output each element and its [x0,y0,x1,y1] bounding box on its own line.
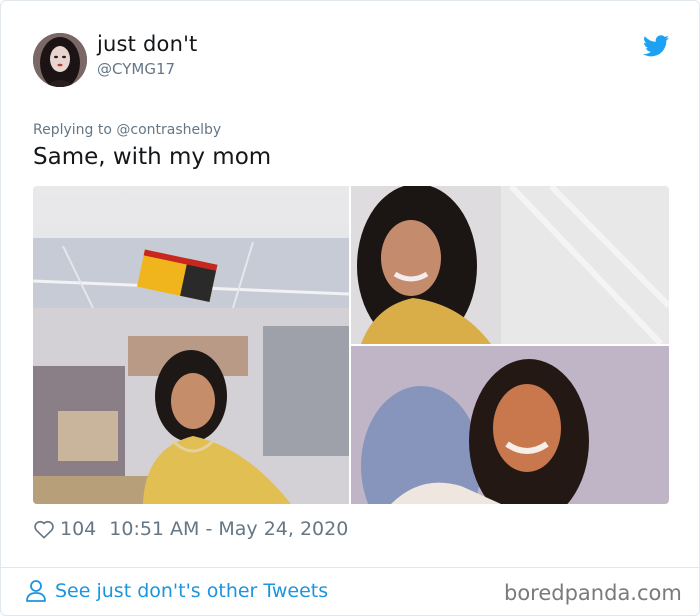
timestamp[interactable]: 10:51 AM - May 24, 2020 [109,518,348,540]
person-icon [26,580,46,602]
photo-mom-kodak-store[interactable] [33,186,349,504]
tweet-meta: 104 10:51 AM - May 24, 2020 [33,516,348,542]
boredpanda-watermark: boredpanda.com [504,581,682,605]
divider [1,567,699,568]
avatar-image [33,33,87,87]
like-count[interactable]: 104 [60,518,96,540]
photo-daughter-portrait[interactable] [351,346,669,504]
twitter-bird-icon[interactable] [643,35,669,57]
media-grid [33,186,669,504]
see-other-tweets-link[interactable]: See just don't's other Tweets [25,579,328,603]
avatar[interactable] [33,33,87,87]
tweet-text: Same, with my mom [33,144,272,170]
heart-icon[interactable] [33,518,55,540]
see-other-tweets-label: See just don't's other Tweets [55,580,329,602]
user-handle[interactable]: @CYMG17 [97,60,175,78]
photo-mom-portrait[interactable] [351,186,669,344]
tweet-card: just don't @CYMG17 Replying to @contrash… [0,0,700,616]
replying-to[interactable]: Replying to @contrashelby [33,122,221,138]
display-name[interactable]: just don't [97,32,198,56]
